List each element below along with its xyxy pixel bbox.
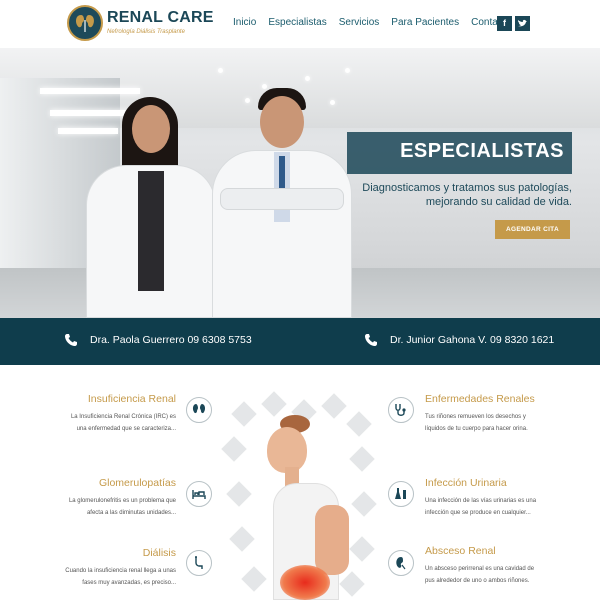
service-description: Cuando la insuficiencia renal llega a un…: [60, 565, 176, 589]
lab-flasks-icon: [388, 481, 414, 507]
male-doctor-photo: [212, 88, 352, 318]
phone-icon: [365, 334, 377, 346]
service-description: Una infección de las vías urinarias es u…: [425, 495, 550, 519]
facebook-icon[interactable]: f: [497, 16, 512, 31]
hero-text-line: Diagnosticamos y tratamos sus patologías…: [362, 182, 572, 194]
service-dialisis[interactable]: Diálisis Cuando la insuficiencia renal l…: [60, 547, 176, 589]
service-desc-line: La glomerulonefritis es un problema que: [68, 498, 176, 504]
service-description: La glomerulonefritis es un problema que …: [60, 495, 176, 519]
hero-title-box: ESPECIALISTAS: [347, 132, 572, 174]
service-enfermedades-renales[interactable]: Enfermedades Renales Tus riñones remueve…: [425, 393, 545, 435]
twitter-icon[interactable]: [515, 16, 530, 31]
nav-para-pacientes[interactable]: Para Pacientes: [391, 17, 459, 33]
service-absceso-renal[interactable]: Absceso Renal Un absceso perirrenal es u…: [425, 545, 550, 587]
site-header: RENAL CARE Nefrología Diálisis Trasplant…: [0, 0, 600, 48]
contact-paola[interactable]: Dra. Paola Guerrero 09 6308 5753: [90, 334, 252, 346]
hospital-bed-icon: [186, 481, 212, 507]
dialysis-icon: [186, 550, 212, 576]
female-doctor-photo: [80, 93, 220, 318]
service-title: Insuficiencia Renal: [87, 393, 176, 405]
logo-title: RENAL CARE: [107, 9, 214, 26]
hero-title: ESPECIALISTAS: [400, 140, 564, 162]
agendar-cita-button[interactable]: AGENDAR CITA: [495, 220, 570, 239]
service-desc-line: Cuando la insuficiencia renal llega a un…: [65, 568, 176, 574]
stethoscope-icon: [388, 397, 414, 423]
service-description: Un absceso perirrenal es una cavidad de …: [425, 563, 550, 587]
service-title: Diálisis: [142, 547, 176, 559]
service-glomerulopatias[interactable]: Glomerulopatías La glomerulonefritis es …: [60, 477, 176, 519]
service-desc-line: Una infección de las vías urinarias es u…: [425, 498, 537, 504]
service-desc-line: Un absceso perirrenal es una cavidad de: [425, 566, 535, 572]
nav-servicios[interactable]: Servicios: [339, 17, 380, 33]
nav-especialistas[interactable]: Especialistas: [268, 17, 326, 33]
ceiling-spotlight: [305, 76, 310, 81]
contact-junior[interactable]: Dr. Junior Gahona V. 09 8320 1621: [390, 334, 554, 346]
service-infeccion-urinaria[interactable]: Infección Urinaria Una infección de las …: [425, 477, 550, 519]
service-title: Glomerulopatías: [98, 477, 176, 489]
main-nav: Inicio Especialistas Servicios Para Paci…: [233, 17, 523, 33]
service-title: Absceso Renal: [425, 545, 496, 557]
logo-kidney-icon: [67, 5, 103, 41]
service-description: La Insuficiencia Renal Crónica (IRC) es …: [70, 411, 176, 435]
logo-subtitle: Nefrología Diálisis Trasplante: [107, 29, 185, 35]
nav-inicio[interactable]: Inicio: [233, 17, 256, 33]
service-desc-line: fases muy avanzadas, es preciso...: [82, 580, 176, 586]
kidneys-icon: [186, 397, 212, 423]
hero-banner: ESPECIALISTAS Diagnosticamos y tratamos …: [0, 48, 600, 318]
service-desc-line: Tus riñones remueven los desechos y: [425, 414, 526, 420]
service-desc-line: líquidos de tu cuerpo para hacer orina.: [425, 426, 528, 432]
service-desc-line: infección que se produce en cualquier...: [425, 510, 531, 516]
service-desc-line: una enfermedad que se caracteriza...: [76, 426, 176, 432]
service-desc-line: La Insuficiencia Renal Crónica (IRC) es: [70, 414, 176, 420]
service-insuficiencia-renal[interactable]: Insuficiencia Renal La Insuficiencia Ren…: [70, 393, 176, 435]
ceiling-spotlight: [218, 68, 223, 73]
contact-bar: Dra. Paola Guerrero 09 6308 5753 Dr. Jun…: [0, 318, 600, 365]
ceiling-spotlight: [345, 68, 350, 73]
services-section: Insuficiencia Renal La Insuficiencia Ren…: [0, 365, 600, 600]
phone-icon: [65, 334, 77, 346]
hero-text-line: mejorando su calidad de vida.: [425, 196, 572, 208]
service-desc-line: afecta a las diminutas unidades...: [86, 510, 176, 516]
hero-description: Diagnosticamos y tratamos sus patologías…: [350, 181, 572, 209]
service-desc-line: pus alrededor de uno o ambos riñones.: [425, 578, 530, 584]
logo[interactable]: RENAL CARE Nefrología Diálisis Trasplant…: [67, 5, 213, 41]
service-description: Tus riñones remueven los desechos y líqu…: [425, 411, 545, 435]
service-title: Infección Urinaria: [425, 477, 507, 489]
patient-image: [221, 391, 377, 600]
service-title: Enfermedades Renales: [425, 393, 535, 405]
kidney-icon: [388, 550, 414, 576]
